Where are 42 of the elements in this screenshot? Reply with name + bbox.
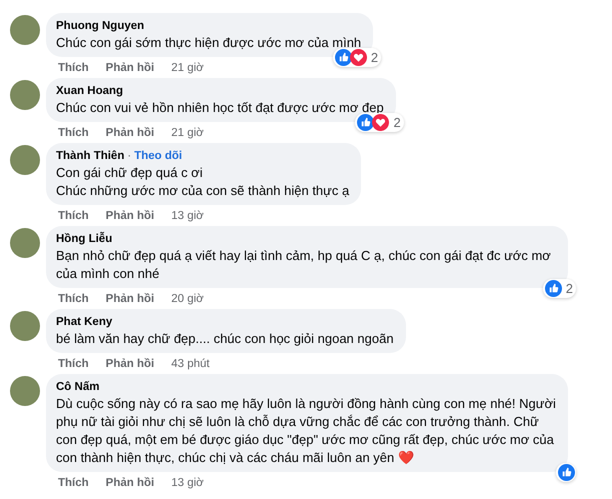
reply-link[interactable]: Phản hồi: [106, 125, 154, 141]
comment-text: bé làm văn hay chữ đẹp.... chúc con học giỏi ngoan ngoãn: [56, 330, 394, 348]
timestamp[interactable]: 21 giờ: [171, 60, 204, 76]
reply-link[interactable]: Phản hồi: [106, 60, 154, 76]
author-name[interactable]: Hồng Liễu: [56, 231, 112, 247]
author-name[interactable]: Xuan Hoang: [56, 83, 124, 99]
comment-text: Chúc những ước mơ của con sẽ thành hiện thực ạ: [56, 182, 350, 200]
avatar[interactable]: [10, 228, 40, 258]
avatar[interactable]: [10, 376, 40, 406]
reply-link[interactable]: Phản hồi: [106, 208, 154, 224]
author-name[interactable]: Cô Nấm: [56, 379, 100, 395]
comment-text: Dù cuộc sống này có ra sao mẹ hãy luôn là người đồng hành cùng con mẹ nhé! Người phụ nữ tài giỏi như chị sẽ luôn là chỗ dựa vững chắc để các con trưởng thành. Chữ con đẹp quá, một em bé được giáo dục "đẹp" ước mơ cũng rất đẹp, chúc ước mơ của con thành hiện thực, chúc chị và các cháu mãi luôn an yên ❤: [56, 395, 556, 467]
reaction-count: 2: [370, 50, 378, 65]
comment-text: Con gái chữ đẹp quá c ơi: [56, 164, 204, 182]
author-name[interactable]: Phuong Nguyen: [56, 18, 144, 34]
reaction-badge[interactable]: 2: [355, 113, 404, 132]
avatar[interactable]: [10, 311, 40, 341]
timestamp[interactable]: 21 giờ: [171, 125, 204, 141]
timestamp[interactable]: 43 phút: [171, 356, 210, 372]
reaction-badge[interactable]: 2: [332, 48, 382, 67]
author-name[interactable]: Phat Keny: [56, 314, 112, 330]
avatar[interactable]: [10, 80, 40, 110]
reaction-badge[interactable]: 2: [542, 279, 576, 298]
timestamp[interactable]: 20 giờ: [171, 291, 204, 307]
reply-link[interactable]: Phản hồi: [106, 356, 154, 372]
reply-link[interactable]: Phản hồi: [106, 291, 154, 307]
timestamp[interactable]: 13 giờ: [171, 475, 204, 491]
reaction-count: 2: [566, 281, 573, 296]
like-link[interactable]: Thích: [58, 356, 89, 372]
follow-link[interactable]: Theo dõi: [134, 148, 182, 164]
timestamp[interactable]: 13 giờ: [171, 208, 204, 224]
reply-link[interactable]: Phản hồi: [106, 475, 154, 491]
author-name[interactable]: Thành Thiên: [56, 148, 124, 164]
avatar[interactable]: [10, 15, 40, 45]
separator-dot: ·: [127, 149, 132, 164]
like-link[interactable]: Thích: [58, 475, 89, 491]
like-link[interactable]: Thích: [58, 60, 89, 76]
reaction-count: 2: [393, 115, 401, 130]
avatar[interactable]: [10, 145, 40, 175]
like-link[interactable]: Thích: [58, 208, 89, 224]
like-link[interactable]: Thích: [58, 125, 89, 141]
like-link[interactable]: Thích: [58, 291, 89, 307]
